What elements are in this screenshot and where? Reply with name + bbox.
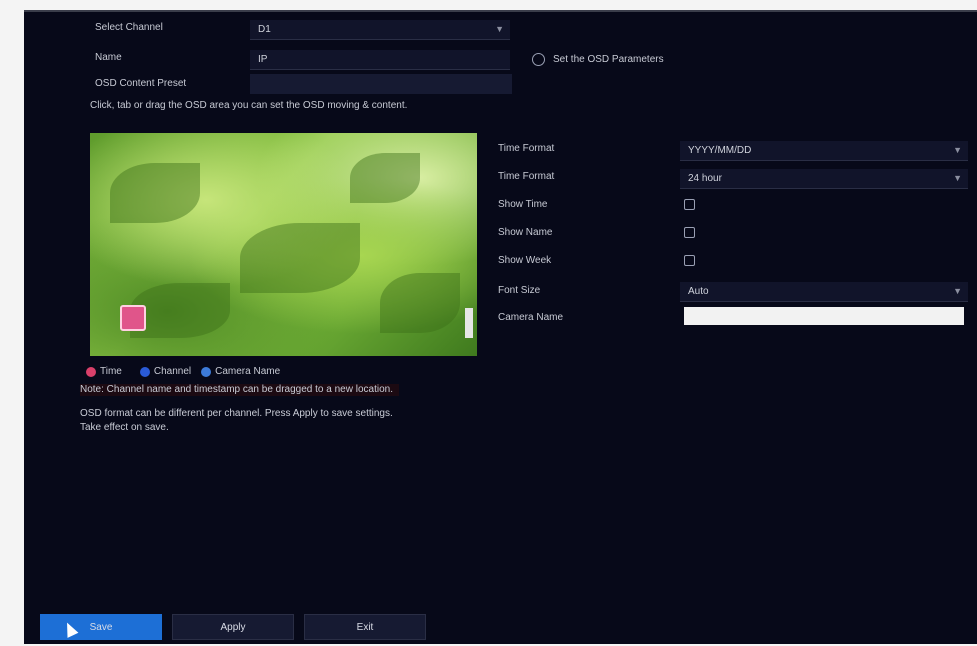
preview-foliage bbox=[110, 163, 200, 223]
osd-row: OSD Content Preset bbox=[95, 78, 186, 89]
font-size-label: Font Size bbox=[498, 285, 541, 296]
show-week-label: Show Week bbox=[498, 255, 552, 266]
osd-link-label: Set the OSD Parameters bbox=[553, 54, 664, 65]
name-field[interactable]: IP bbox=[250, 50, 510, 70]
preview-foliage bbox=[350, 153, 420, 203]
chevron-down-icon: ▼ bbox=[953, 286, 962, 296]
note-line-3: Take effect on save. bbox=[80, 422, 169, 433]
note-line-1: Note: Channel name and timestamp can be … bbox=[80, 384, 399, 396]
show-week-checkbox[interactable] bbox=[684, 255, 695, 266]
preview-foliage bbox=[240, 223, 360, 293]
hint-text: Click, tab or drag the OSD area you can … bbox=[90, 100, 408, 111]
date-format-select[interactable]: YYYY/MM/DD ▼ bbox=[680, 141, 968, 161]
camera-name-label: Camera Name bbox=[498, 312, 564, 323]
channel-select[interactable]: D1 ▼ bbox=[250, 20, 510, 40]
osd-label: OSD Content Preset bbox=[95, 78, 187, 89]
plus-circle-icon bbox=[532, 53, 545, 66]
channel-value: D1 bbox=[258, 24, 271, 35]
preview-legend: Time Channel Camera Name bbox=[86, 366, 280, 377]
osd-content-field[interactable] bbox=[250, 74, 512, 94]
camera-name-input[interactable] bbox=[684, 307, 964, 325]
show-time-label: Show Time bbox=[498, 199, 548, 210]
date-format-value: YYYY/MM/DD bbox=[688, 145, 752, 156]
chevron-down-icon: ▼ bbox=[953, 173, 962, 183]
legend-camera-dot bbox=[201, 366, 212, 377]
apply-button[interactable]: Apply bbox=[172, 614, 294, 640]
name-label: Name bbox=[95, 52, 122, 63]
name-value: IP bbox=[258, 54, 268, 65]
time-format-value: 24 hour bbox=[688, 173, 722, 184]
osd-time-marker[interactable] bbox=[120, 305, 146, 331]
exit-button[interactable]: Exit bbox=[304, 614, 426, 640]
font-size-value: Auto bbox=[688, 286, 709, 297]
channel-row: Select Channel bbox=[95, 22, 163, 33]
time-format-select[interactable]: 24 hour ▼ bbox=[680, 169, 968, 189]
legend-camera: Camera Name bbox=[215, 366, 281, 377]
save-button-label: Save bbox=[89, 621, 113, 633]
time-format-label: Time Format bbox=[498, 143, 555, 154]
font-size-select[interactable]: Auto ▼ bbox=[680, 282, 968, 302]
legend-channel-dot bbox=[139, 366, 150, 377]
preview-foliage bbox=[380, 273, 460, 333]
legend-channel: Channel bbox=[153, 366, 192, 377]
apply-button-label: Apply bbox=[220, 621, 246, 633]
camera-preview[interactable] bbox=[90, 133, 477, 356]
show-name-checkbox[interactable] bbox=[684, 227, 695, 238]
legend-time: Time bbox=[100, 366, 122, 377]
show-time-checkbox[interactable] bbox=[684, 199, 695, 210]
chevron-down-icon: ▼ bbox=[495, 24, 504, 34]
save-button[interactable]: Save bbox=[40, 614, 162, 640]
name-row: Name bbox=[95, 52, 122, 63]
time-format-label-2: Time Format bbox=[498, 171, 555, 182]
chevron-down-icon: ▼ bbox=[953, 145, 962, 155]
show-name-label: Show Name bbox=[498, 227, 553, 238]
note-line-2: OSD format can be different per channel.… bbox=[80, 408, 393, 419]
hint-row: Click, tab or drag the OSD area you can … bbox=[90, 100, 407, 111]
osd-link[interactable]: Set the OSD Parameters bbox=[532, 53, 664, 66]
exit-button-label: Exit bbox=[356, 621, 374, 633]
legend-time-dot bbox=[86, 366, 96, 377]
preview-scroll-handle[interactable] bbox=[465, 308, 473, 338]
channel-label: Select Channel bbox=[95, 22, 163, 33]
